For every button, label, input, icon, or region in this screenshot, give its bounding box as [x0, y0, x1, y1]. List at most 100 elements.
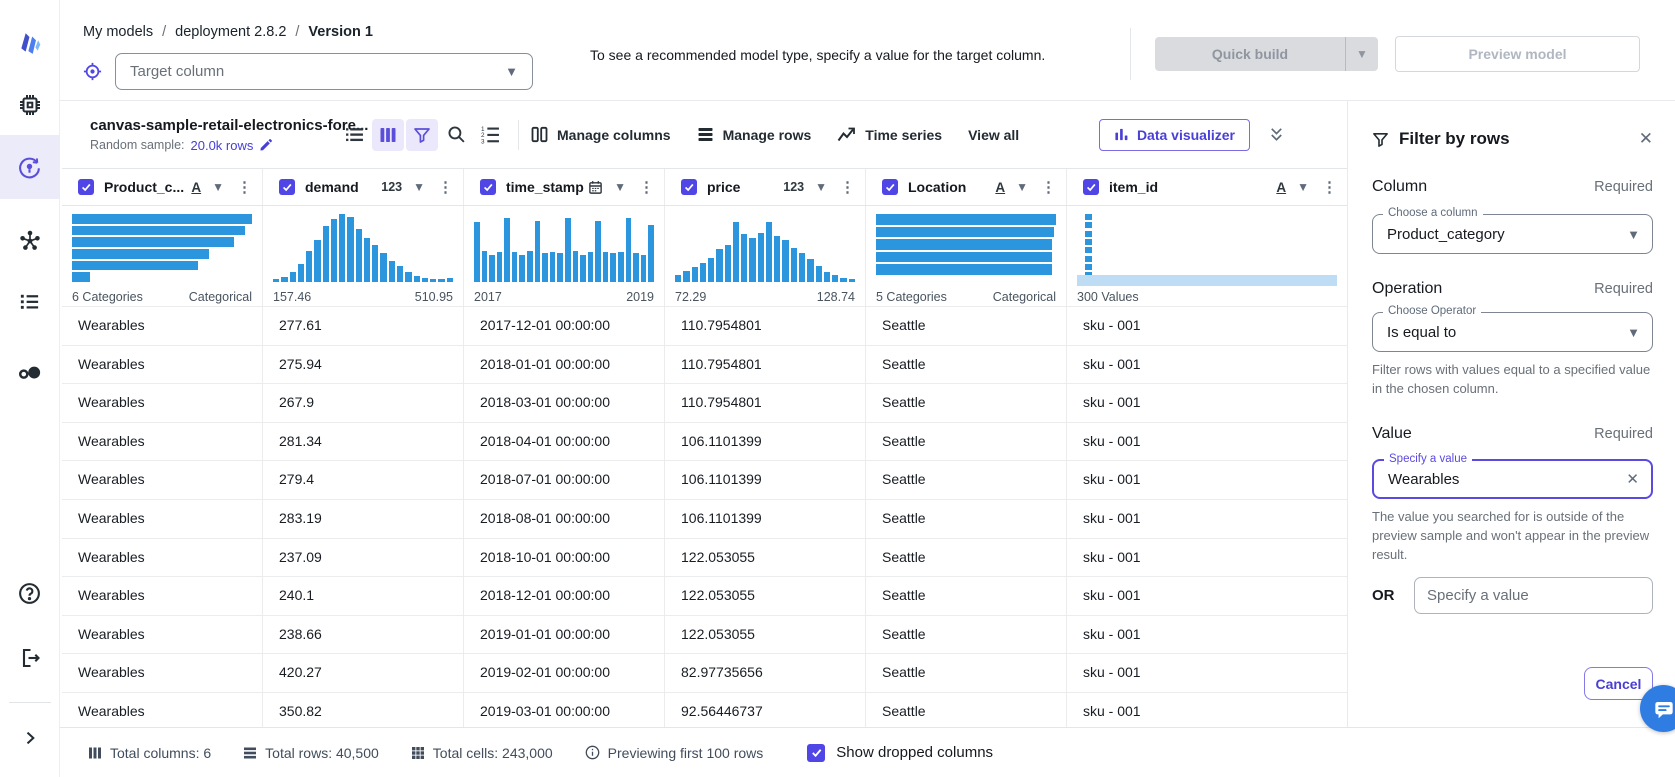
chevron-down-icon[interactable]: ▼ — [1016, 180, 1028, 194]
column-checkbox[interactable] — [882, 179, 898, 195]
search-icon[interactable] — [440, 119, 472, 151]
table-row[interactable]: Wearables281.342018-04-01 00:00:00106.11… — [62, 423, 1347, 462]
column-checkbox[interactable] — [78, 179, 94, 195]
table-row[interactable]: Wearables237.092018-10-01 00:00:00122.05… — [62, 539, 1347, 578]
text-type-icon[interactable]: A — [1276, 180, 1286, 195]
column-checkbox[interactable] — [480, 179, 496, 195]
automations-nav-icon[interactable] — [17, 358, 43, 384]
target-column-select[interactable]: Target column ▼ — [115, 53, 533, 90]
column-header[interactable]: item_idA▼⋮ — [1067, 169, 1347, 205]
show-dropped-columns-checkbox[interactable] — [807, 744, 825, 762]
table-row[interactable]: Wearables240.12018-12-01 00:00:00122.053… — [62, 577, 1347, 616]
row-list-icon[interactable]: 123 — [474, 119, 506, 151]
canvas-logo-icon[interactable] — [17, 30, 43, 56]
quick-build-button[interactable]: Quick build — [1155, 37, 1345, 71]
column-checkbox[interactable] — [279, 179, 295, 195]
data-visualizer-button[interactable]: Data visualizer — [1099, 119, 1250, 151]
column-menu-kebab-icon[interactable]: ⋮ — [840, 178, 855, 196]
chevron-down-icon[interactable]: ▼ — [614, 180, 626, 194]
table-row[interactable]: Wearables267.92018-03-01 00:00:00110.795… — [62, 384, 1347, 423]
table-cell: sku - 001 — [1067, 539, 1347, 577]
filter-icon[interactable] — [406, 119, 438, 151]
column-header[interactable]: demand 123 ▼ ⋮ — [263, 169, 464, 205]
manage-columns-button[interactable]: Manage columns — [531, 126, 671, 143]
choose-column-value: Product_category — [1387, 226, 1505, 243]
target-icon — [82, 61, 103, 82]
table-row[interactable]: Wearables420.272019-02-01 00:00:0082.977… — [62, 654, 1347, 693]
column-menu-kebab-icon[interactable]: ⋮ — [237, 178, 252, 196]
text-type-icon[interactable]: A — [995, 180, 1005, 195]
my-models-nav-icon[interactable] — [17, 154, 43, 180]
sample-rows-link[interactable]: 20.0k rows — [191, 138, 254, 153]
breadcrumb-deployment[interactable]: deployment 2.8.2 — [175, 24, 286, 40]
view-all-button[interactable]: View all — [968, 127, 1019, 143]
table-cell: Seattle — [866, 693, 1067, 727]
total-rows-stat: Total rows: 40,500 — [243, 745, 379, 761]
table-status-bar: Total columns: 6 Total rows: 40,500 Tota… — [60, 727, 1675, 777]
quick-build-split-button: Quick build ▼ — [1155, 37, 1378, 71]
column-view-icon[interactable] — [372, 119, 404, 151]
table-cell: 122.053055 — [665, 616, 866, 654]
help-icon[interactable] — [17, 580, 43, 606]
table-cell: Seattle — [866, 577, 1067, 615]
column-checkbox[interactable] — [681, 179, 697, 195]
column-menu-kebab-icon[interactable]: ⋮ — [639, 178, 654, 196]
filter-by-rows-panel: Filter by rows ✕ Column Required Choose … — [1347, 101, 1675, 727]
breadcrumb-my-models[interactable]: My models — [83, 24, 153, 40]
model-build-header: My models / deployment 2.8.2 / Version 1… — [60, 0, 1675, 101]
time-series-button[interactable]: Time series — [837, 126, 942, 143]
column-menu-kebab-icon[interactable]: ⋮ — [1041, 178, 1056, 196]
column-menu-kebab-icon[interactable]: ⋮ — [1322, 178, 1337, 196]
numeric-type-icon[interactable]: 123 — [783, 180, 804, 194]
table-row[interactable]: Wearables238.662019-01-01 00:00:00122.05… — [62, 616, 1347, 655]
table-row[interactable]: Wearables350.822019-03-01 00:00:0092.564… — [62, 693, 1347, 727]
column-checkbox[interactable] — [1083, 179, 1099, 195]
or-value-input[interactable]: Specify a value — [1414, 577, 1653, 614]
chevron-down-icon[interactable]: ▼ — [815, 180, 827, 194]
dataset-toolbar: canvas-sample-retail-electronics-fore...… — [60, 101, 1347, 168]
chevron-down-icon[interactable]: ▼ — [413, 180, 425, 194]
table-row[interactable]: Wearables283.192018-08-01 00:00:00106.11… — [62, 500, 1347, 539]
column-header[interactable]: LocationA▼⋮ — [866, 169, 1067, 205]
datasets-nav-icon[interactable] — [17, 92, 43, 118]
numeric-type-icon[interactable]: 123 — [381, 180, 402, 194]
manage-rows-button[interactable]: Manage rows — [697, 126, 812, 143]
table-cell: sku - 001 — [1067, 654, 1347, 692]
table-cell: 106.1101399 — [665, 423, 866, 461]
chevron-down-icon: ▼ — [505, 64, 518, 79]
table-row[interactable]: Wearables275.942018-01-01 00:00:00110.79… — [62, 346, 1347, 385]
clear-value-icon[interactable]: ✕ — [1626, 470, 1639, 488]
grid-histogram-row: 6 CategoriesCategorical157.46510.9520172… — [62, 206, 1347, 307]
table-cell: Wearables — [62, 307, 263, 345]
collapse-double-chevron-icon[interactable] — [1268, 126, 1285, 143]
histogram-stats: 6 CategoriesCategorical — [72, 290, 252, 304]
histogram-stats: 72.29128.74 — [675, 290, 855, 304]
edit-pencil-icon[interactable] — [259, 138, 273, 152]
specify-value-input[interactable]: Specify a value Wearables ✕ — [1372, 459, 1653, 499]
column-menu-kebab-icon[interactable]: ⋮ — [438, 178, 453, 196]
preview-model-button[interactable]: Preview model — [1395, 36, 1640, 72]
column-header[interactable]: price123▼⋮ — [665, 169, 866, 205]
quick-build-dropdown-arrow[interactable]: ▼ — [1345, 37, 1378, 71]
close-panel-icon[interactable]: ✕ — [1639, 129, 1653, 149]
table-cell: 2018-12-01 00:00:00 — [464, 577, 665, 615]
table-cell: 2019-03-01 00:00:00 — [464, 693, 665, 727]
choose-operator-select[interactable]: Choose Operator Is equal to ▼ — [1372, 312, 1653, 352]
column-header[interactable]: Product_c...A▼⋮ — [62, 169, 263, 205]
expand-sidebar-chevron-icon[interactable] — [17, 725, 43, 751]
chevron-down-icon[interactable]: ▼ — [212, 180, 224, 194]
text-type-icon[interactable]: A — [191, 180, 201, 195]
table-row[interactable]: Wearables277.612017-12-01 00:00:00110.79… — [62, 307, 1347, 346]
logout-icon[interactable] — [17, 645, 43, 671]
table-row[interactable]: Wearables279.42018-07-01 00:00:00106.110… — [62, 461, 1347, 500]
column-name: demand — [305, 179, 359, 195]
list-view-icon[interactable] — [338, 119, 370, 151]
chevron-down-icon[interactable]: ▼ — [1297, 180, 1309, 194]
choose-column-select[interactable]: Choose a column Product_category ▼ — [1372, 214, 1653, 254]
table-cell: 350.82 — [263, 693, 464, 727]
column-header[interactable]: time_stamp▼⋮ — [464, 169, 665, 205]
custom-models-nav-icon[interactable] — [17, 228, 43, 254]
column-histogram: 300 Values — [1067, 206, 1347, 306]
column-histogram: 5 CategoriesCategorical — [866, 206, 1067, 306]
list-nav-icon[interactable] — [17, 288, 43, 314]
